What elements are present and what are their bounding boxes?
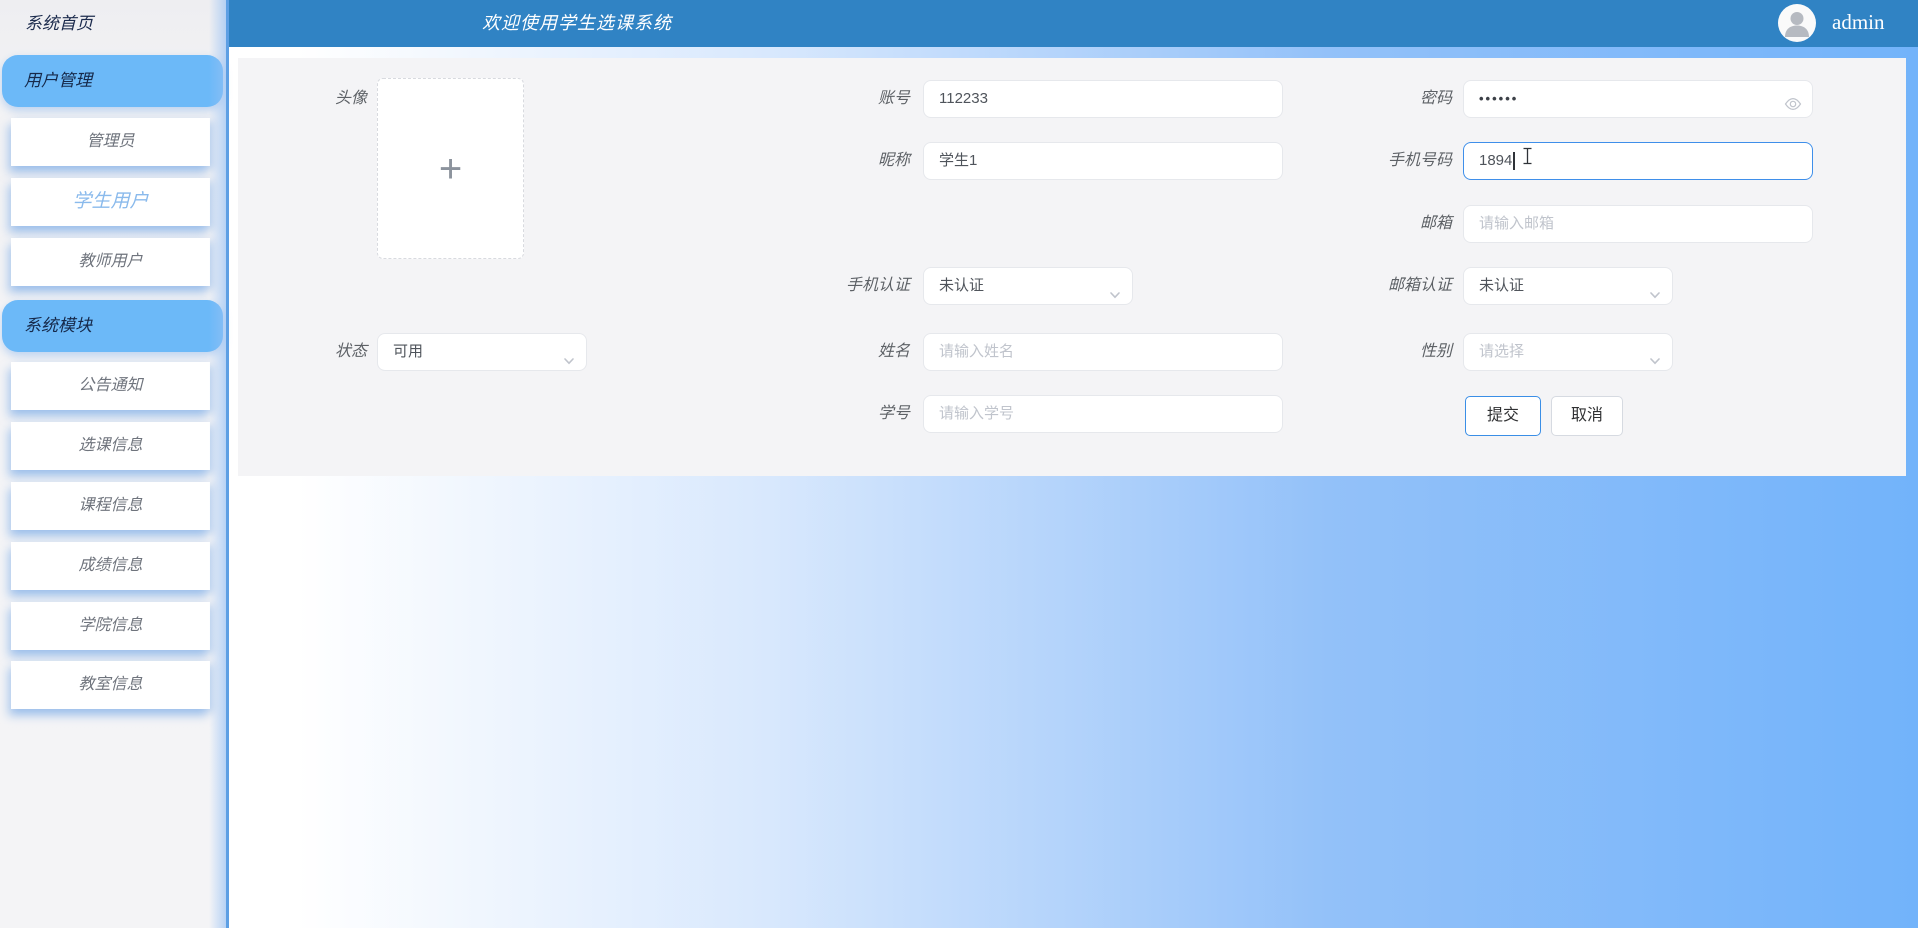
header-bar: 欢迎使用学生选课系统 admin [229, 0, 1918, 47]
student-no-label: 学号 [877, 405, 910, 422]
avatar[interactable] [1778, 4, 1816, 42]
phone-label: 手机号码 [1387, 152, 1452, 169]
gender-select[interactable]: 请选择 [1463, 333, 1673, 371]
phone-field[interactable]: 1894 [1463, 142, 1813, 180]
email-label: 邮箱 [1419, 215, 1452, 232]
avatar-label: 头像 [334, 90, 367, 107]
email-verify-value: 未认证 [1479, 277, 1525, 294]
gender-placeholder: 请选择 [1479, 343, 1525, 360]
phone-verify-select[interactable]: 未认证 [923, 267, 1133, 305]
phone-value: 1894 [1479, 152, 1513, 169]
email-verify-select[interactable]: 未认证 [1463, 267, 1673, 305]
account-field[interactable]: 112233 [923, 80, 1283, 118]
user-avatar-icon [1778, 4, 1816, 42]
submit-button[interactable]: 提交 [1465, 396, 1541, 436]
status-value: 可用 [393, 343, 424, 360]
sidebar: 系统首页 用户管理 管理员 学生用户 教师用户 系统模块 公告通知 选课信息 课… [0, 0, 229, 928]
gender-label: 性别 [1419, 343, 1452, 360]
account-label: 账号 [877, 90, 910, 107]
nickname-label: 昵称 [877, 152, 910, 169]
password-value: •••••• [1479, 91, 1519, 106]
name-label: 姓名 [877, 343, 910, 360]
status-label: 状态 [334, 343, 367, 360]
chevron-down-icon [1648, 346, 1662, 382]
email-verify-label: 邮箱认证 [1387, 277, 1452, 294]
text-caret [1513, 152, 1515, 170]
eye-icon[interactable] [1784, 91, 1802, 127]
sidebar-item-student-user[interactable]: 学生用户 [11, 178, 210, 226]
chevron-down-icon [562, 346, 576, 382]
password-label: 密码 [1419, 90, 1452, 107]
name-placeholder: 请输入姓名 [939, 343, 1015, 360]
student-no-field[interactable]: 请输入学号 [923, 395, 1283, 433]
chevron-down-icon [1648, 280, 1662, 316]
sidebar-item-colleges[interactable]: 学院信息 [11, 602, 210, 650]
email-field[interactable]: 请输入邮箱 [1463, 205, 1813, 243]
nickname-field[interactable]: 学生1 [923, 142, 1283, 180]
avatar-upload[interactable]: + [377, 78, 524, 259]
email-placeholder: 请输入邮箱 [1479, 215, 1555, 232]
sidebar-item-home[interactable]: 系统首页 [25, 0, 93, 47]
sidebar-item-courses[interactable]: 课程信息 [11, 482, 210, 530]
status-select[interactable]: 可用 [377, 333, 587, 371]
phone-verify-value: 未认证 [939, 277, 985, 294]
sidebar-divider-glow [209, 0, 226, 928]
sidebar-divider [226, 0, 229, 928]
account-value: 112233 [939, 90, 988, 107]
cancel-button[interactable]: 取消 [1551, 396, 1623, 436]
sidebar-item-classrooms[interactable]: 教室信息 [11, 661, 210, 709]
sidebar-item-teacher-user[interactable]: 教师用户 [11, 238, 210, 286]
name-field[interactable]: 请输入姓名 [923, 333, 1283, 371]
sidebar-item-grades[interactable]: 成绩信息 [11, 542, 210, 590]
password-field[interactable]: •••••• [1463, 80, 1813, 118]
text-cursor-icon [1522, 143, 1533, 179]
sidebar-section-system-modules[interactable]: 系统模块 [2, 300, 223, 352]
nickname-value: 学生1 [939, 152, 978, 169]
page-title: 欢迎使用学生选课系统 [482, 13, 672, 33]
chevron-down-icon [1108, 280, 1122, 316]
sidebar-item-course-selection[interactable]: 选课信息 [11, 422, 210, 470]
sidebar-item-admin-user[interactable]: 管理员 [11, 118, 210, 166]
phone-verify-label: 手机认证 [845, 277, 910, 294]
sidebar-section-user-management[interactable]: 用户管理 [2, 55, 223, 107]
page: 系统首页 用户管理 管理员 学生用户 教师用户 系统模块 公告通知 选课信息 课… [0, 0, 1918, 928]
student-no-placeholder: 请输入学号 [939, 405, 1015, 422]
plus-icon: + [438, 146, 463, 191]
sidebar-item-announcements[interactable]: 公告通知 [11, 362, 210, 410]
username[interactable]: admin [1832, 0, 1885, 45]
